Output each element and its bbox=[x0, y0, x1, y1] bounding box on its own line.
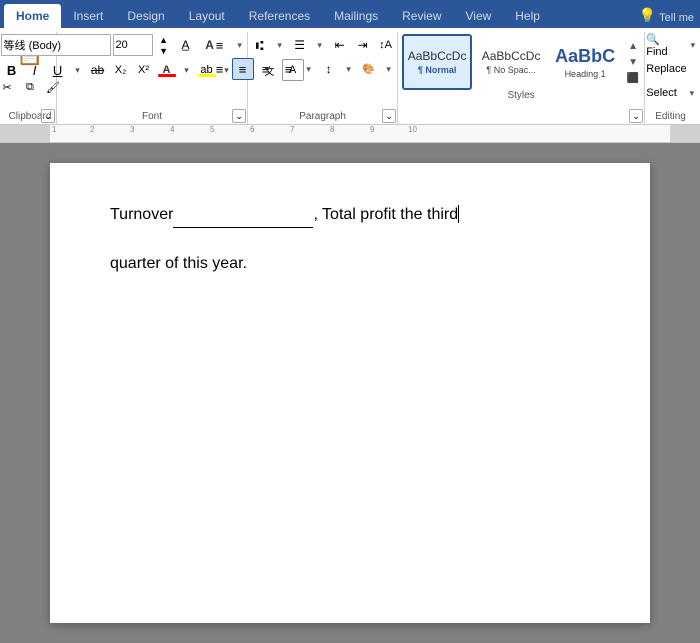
tab-design[interactable]: Design bbox=[115, 4, 176, 28]
tab-mailings[interactable]: Mailings bbox=[322, 4, 390, 28]
style-nospace-label: ¶ No Spac... bbox=[486, 65, 535, 75]
lightbulb-icon: 💡 bbox=[639, 7, 656, 24]
tab-row: Home Insert Design Layout References Mai… bbox=[0, 0, 700, 28]
ruler-main: 1 2 3 4 5 6 7 8 9 10 bbox=[50, 125, 670, 142]
italic-button[interactable]: I bbox=[24, 59, 46, 81]
align-center-button[interactable]: ≡ bbox=[232, 58, 254, 80]
page[interactable]: Turnover , Total profit the third quarte… bbox=[50, 163, 650, 623]
multilevel-list-button[interactable]: ☰ bbox=[289, 34, 311, 56]
group-styles: AaBbCcDc ¶ Normal AaBbCcDc ¶ No Spac... … bbox=[398, 32, 645, 124]
style-normal-label: ¶ Normal bbox=[418, 65, 457, 75]
find-dropdown[interactable]: ▾ bbox=[686, 34, 700, 56]
ruler-left-margin bbox=[0, 125, 50, 142]
subscript-button[interactable]: X₂ bbox=[110, 59, 132, 81]
cursor bbox=[458, 205, 459, 223]
paragraph-group-label: Paragraph bbox=[248, 111, 397, 122]
underline-dropdown[interactable]: ▾ bbox=[70, 59, 86, 81]
font-name-input[interactable] bbox=[1, 34, 111, 56]
select-button[interactable]: Select bbox=[641, 82, 682, 104]
document-area: Turnover , Total profit the third quarte… bbox=[0, 143, 700, 643]
paragraph-2: quarter of this year. bbox=[110, 252, 590, 276]
align-right-button[interactable]: ≡ bbox=[255, 58, 277, 80]
ruler-right-margin bbox=[670, 125, 700, 142]
select-dropdown[interactable]: ▾ bbox=[684, 82, 700, 104]
font-size-increase[interactable]: ▲ bbox=[155, 34, 173, 45]
ruler: 1 2 3 4 5 6 7 8 9 10 bbox=[0, 125, 700, 143]
shading-button[interactable]: 🎨 bbox=[358, 58, 380, 80]
styles-scroll-up[interactable]: ▲ bbox=[626, 38, 640, 54]
tab-help[interactable]: Help bbox=[503, 4, 552, 28]
justify-button[interactable]: ≡ bbox=[278, 58, 300, 80]
styles-scroll-down[interactable]: ▼ bbox=[626, 54, 640, 70]
line-spacing-dropdown[interactable]: ▾ bbox=[341, 58, 357, 80]
font-color-button[interactable]: A bbox=[156, 59, 178, 81]
styles-more[interactable]: ⬛ bbox=[626, 70, 640, 86]
underline-button[interactable]: U bbox=[47, 59, 69, 81]
blank-field bbox=[173, 203, 313, 228]
sort-button[interactable]: ↕A bbox=[375, 34, 397, 56]
style-normal-preview: AaBbCcDc bbox=[408, 49, 467, 63]
font-size-decrease[interactable]: ▼ bbox=[155, 45, 173, 56]
align-left-button[interactable]: ≡ bbox=[209, 58, 231, 80]
find-button[interactable]: 🔍 Find bbox=[641, 34, 684, 56]
tab-review[interactable]: Review bbox=[390, 4, 453, 28]
bullets-dropdown[interactable]: ▾ bbox=[232, 34, 248, 56]
font-selectors: ▲ ▼ A̲ A bbox=[1, 34, 221, 56]
editing-group-label: Editing bbox=[645, 111, 696, 122]
style-heading1[interactable]: AaBbC Heading 1 bbox=[550, 34, 620, 90]
ribbon-body: 📋 ✂ ⧉ 🖌 Clipboard ⌄ ▲ ▼ bbox=[0, 28, 700, 125]
style-normal[interactable]: AaBbCcDc ¶ Normal bbox=[402, 34, 472, 90]
tab-view[interactable]: View bbox=[454, 4, 504, 28]
ribbon: Home Insert Design Layout References Mai… bbox=[0, 0, 700, 125]
style-nospace[interactable]: AaBbCcDc ¶ No Spac... bbox=[476, 34, 546, 90]
font-size-input[interactable] bbox=[113, 34, 153, 56]
styles-group-label: Styles bbox=[402, 90, 640, 104]
bullets-button[interactable]: ≡ bbox=[209, 34, 231, 56]
paragraph-expand[interactable]: ⌄ bbox=[382, 109, 396, 123]
multilevel-dropdown[interactable]: ▾ bbox=[312, 34, 328, 56]
tab-insert[interactable]: Insert bbox=[61, 4, 115, 28]
clear-format-button[interactable]: A̲ bbox=[175, 34, 197, 56]
text-turnover: Turnover bbox=[110, 206, 173, 223]
numbering-dropdown[interactable]: ▾ bbox=[272, 34, 288, 56]
numbering-button[interactable]: ⑆ bbox=[249, 34, 271, 56]
decrease-indent-button[interactable]: ⇤ bbox=[329, 34, 351, 56]
increase-indent-button[interactable]: ⇥ bbox=[352, 34, 374, 56]
group-editing: 🔍 Find ▾ Replace Select ▾ Editing bbox=[645, 32, 696, 124]
styles-scroll: ▲ ▼ ⬛ bbox=[626, 38, 640, 86]
group-paragraph: ≡ ▾ ⑆ ▾ ☰ ▾ ⇤ ⇥ ↕A ¶ ≡ ≡ ≡ ≡ ▾ bbox=[248, 32, 398, 124]
align-dropdown[interactable]: ▾ bbox=[301, 58, 317, 80]
tab-references[interactable]: References bbox=[237, 4, 322, 28]
text-total: Total profit the bbox=[322, 206, 427, 223]
tab-home[interactable]: Home bbox=[4, 4, 61, 28]
text-third: third bbox=[427, 206, 458, 223]
para-row-1: ≡ ▾ ⑆ ▾ ☰ ▾ ⇤ ⇥ ↕A ¶ bbox=[209, 34, 420, 56]
tab-layout[interactable]: Layout bbox=[177, 4, 237, 28]
bold-button[interactable]: B bbox=[1, 59, 23, 81]
text-dollar: , bbox=[313, 206, 322, 223]
style-heading1-preview: AaBbC bbox=[555, 46, 615, 67]
tellme-input[interactable]: Tell me bbox=[659, 12, 694, 24]
style-heading1-label: Heading 1 bbox=[565, 69, 606, 79]
line-spacing-button[interactable]: ↕ bbox=[318, 58, 340, 80]
paragraph-1: Turnover , Total profit the third bbox=[110, 203, 590, 228]
superscript-button[interactable]: X² bbox=[133, 59, 155, 81]
shading-dropdown[interactable]: ▾ bbox=[381, 58, 397, 80]
font-color-dropdown[interactable]: ▾ bbox=[179, 59, 195, 81]
styles-list: AaBbCcDc ¶ Normal AaBbCcDc ¶ No Spac... … bbox=[402, 34, 640, 90]
replace-button[interactable]: Replace bbox=[641, 58, 691, 80]
style-nospace-preview: AaBbCcDc bbox=[482, 49, 541, 63]
strikethrough-button[interactable]: ab bbox=[87, 59, 109, 81]
text-quarter: quarter of this year. bbox=[110, 255, 247, 272]
